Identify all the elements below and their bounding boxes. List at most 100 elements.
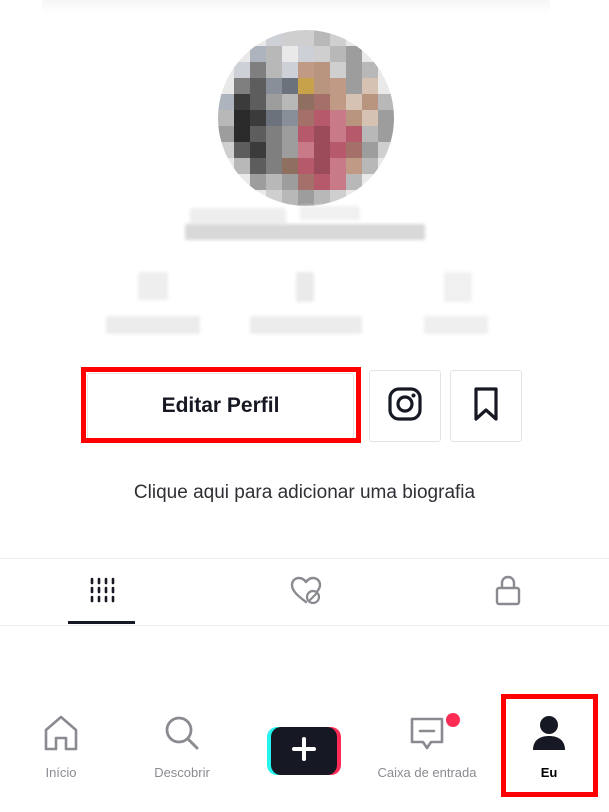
avatar-pixel <box>378 46 394 62</box>
avatar-pixel <box>282 142 298 158</box>
avatar-pixel <box>250 46 266 62</box>
avatar-pixel <box>218 126 234 142</box>
nav-inbox-label: Caixa de entrada <box>377 765 477 780</box>
instagram-button[interactable] <box>369 370 441 442</box>
avatar-pixel <box>346 174 362 190</box>
tab-videos[interactable] <box>68 559 135 625</box>
avatar-pixel <box>378 30 394 46</box>
avatar-pixel <box>266 62 282 78</box>
avatar-pixel <box>346 190 362 206</box>
nav-discover[interactable]: Descobrir <box>146 712 218 780</box>
avatar-pixel <box>282 190 298 206</box>
avatar-pixel <box>250 78 266 94</box>
avatar-pixel <box>314 142 330 158</box>
search-icon <box>161 712 203 759</box>
avatar-pixel <box>378 110 394 126</box>
avatar-pixel <box>266 126 282 142</box>
avatar-pixel <box>314 30 330 46</box>
avatar-pixel <box>266 110 282 126</box>
avatar-pixel <box>282 78 298 94</box>
avatar-pixel <box>330 158 346 174</box>
avatar-pixel <box>378 174 394 190</box>
liked-hidden-icon <box>289 575 323 610</box>
stat-followers-value-blurred <box>296 272 314 302</box>
avatar-pixel <box>234 110 250 126</box>
avatar-pixel <box>250 126 266 142</box>
avatar-pixel <box>346 62 362 78</box>
avatar-pixel <box>298 62 314 78</box>
avatar-pixel <box>298 30 314 46</box>
avatar-pixel <box>218 158 234 174</box>
avatar-pixel <box>346 126 362 142</box>
avatar-pixel <box>234 126 250 142</box>
avatar-pixel <box>234 62 250 78</box>
avatar-pixel <box>346 158 362 174</box>
stat-likes-value-blurred <box>444 272 472 302</box>
favorites-button[interactable] <box>450 370 522 442</box>
nav-profile[interactable]: Eu <box>522 712 576 780</box>
lock-icon <box>493 574 523 611</box>
avatar-pixel <box>330 94 346 110</box>
avatar-pixel <box>218 110 234 126</box>
avatar-pixel <box>282 110 298 126</box>
avatar-pixel <box>298 174 314 190</box>
grid-icon <box>88 576 116 609</box>
avatar-pixel <box>250 174 266 190</box>
stat-likes-label-blurred <box>424 316 488 334</box>
home-icon <box>40 712 82 759</box>
avatar-pixel <box>234 158 250 174</box>
avatar-pixel <box>218 30 234 46</box>
avatar-pixel <box>282 126 298 142</box>
avatar-pixel <box>330 110 346 126</box>
edit-profile-button[interactable]: Editar Perfil <box>87 373 354 439</box>
avatar-pixel <box>218 174 234 190</box>
avatar-pixel <box>266 94 282 110</box>
avatar-pixel <box>330 190 346 206</box>
tab-liked[interactable] <box>272 559 339 625</box>
avatar[interactable] <box>218 30 394 206</box>
avatar-pixel <box>362 78 378 94</box>
nav-discover-label: Descobrir <box>154 765 210 780</box>
avatar-pixel <box>378 78 394 94</box>
avatar-pixel <box>314 46 330 62</box>
avatar-pixel <box>362 110 378 126</box>
avatar-pixel <box>298 126 314 142</box>
avatar-pixel <box>250 158 266 174</box>
content-tabs <box>0 558 609 626</box>
avatar-pixel <box>314 126 330 142</box>
avatar-pixel <box>362 62 378 78</box>
avatar-pixel <box>362 158 378 174</box>
avatar-pixel <box>378 158 394 174</box>
avatar-pixel <box>362 174 378 190</box>
avatar-pixel <box>298 142 314 158</box>
avatar-pixel <box>314 78 330 94</box>
avatar-pixel <box>314 94 330 110</box>
edit-profile-label: Editar Perfil <box>161 394 280 417</box>
nav-inbox[interactable]: Caixa de entrada <box>368 712 486 780</box>
inbox-icon <box>406 712 448 759</box>
avatar-pixel <box>234 30 250 46</box>
avatar-pixel <box>282 46 298 62</box>
avatar-pixel <box>234 142 250 158</box>
avatar-pixel <box>218 78 234 94</box>
avatar-pixel <box>314 62 330 78</box>
profile-icon <box>528 712 570 759</box>
avatar-pixel <box>250 142 266 158</box>
avatar-pixel <box>250 62 266 78</box>
avatar-pixel <box>266 46 282 62</box>
avatar-pixel <box>282 174 298 190</box>
avatar-pixel <box>378 94 394 110</box>
bio-prompt[interactable]: Clique aqui para adicionar uma biografia <box>0 482 609 504</box>
avatar-pixel <box>330 30 346 46</box>
avatar-pixel <box>378 126 394 142</box>
nav-home[interactable]: Início <box>36 712 86 780</box>
avatar-pixel <box>330 174 346 190</box>
avatar-pixel <box>362 190 378 206</box>
create-button[interactable] <box>267 727 341 775</box>
avatar-pixel <box>218 190 234 206</box>
avatar-pixel <box>218 46 234 62</box>
avatar-pixel <box>330 78 346 94</box>
tab-private[interactable] <box>474 559 541 625</box>
avatar-pixel <box>282 94 298 110</box>
avatar-pixel <box>298 46 314 62</box>
